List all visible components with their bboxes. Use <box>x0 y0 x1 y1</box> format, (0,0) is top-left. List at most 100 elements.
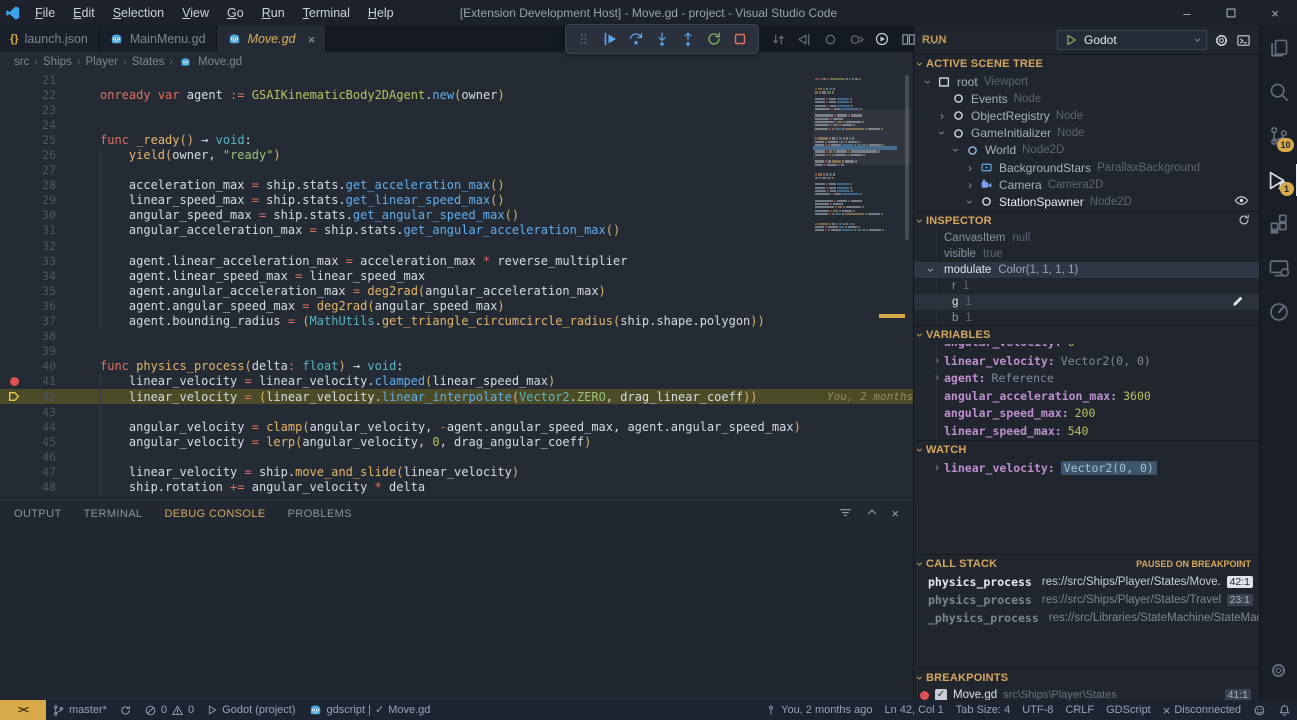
breadcrumb-item[interactable]: Player <box>85 56 118 68</box>
status--[interactable]: >< <box>0 700 46 720</box>
code-line-47[interactable]: 47 linear_velocity = ship.move_and_slide… <box>0 464 913 479</box>
status-gdscript[interactable]: GDScript <box>1100 700 1157 720</box>
status-you-2-months-ago[interactable]: You, 2 months ago <box>759 700 878 720</box>
code-line-38[interactable]: 38 <box>0 329 913 344</box>
inspector-row-modulate[interactable]: ›modulateColor(1, 1, 1, 1) <box>914 262 1259 278</box>
chevron-down-icon[interactable]: › <box>918 57 922 71</box>
gutter-margin[interactable] <box>0 391 28 402</box>
stack-frame[interactable]: _physics_processres://src/Libraries/Stat… <box>914 609 1259 627</box>
panel-tab-problems[interactable]: PROBLEMS <box>288 508 352 520</box>
split-editor-button[interactable] <box>897 27 919 51</box>
run-profile-button[interactable] <box>871 27 893 51</box>
pencil-icon[interactable] <box>1231 294 1245 311</box>
inspector-row-b[interactable]: b1 <box>914 310 1259 325</box>
activity-gauge-icon[interactable] <box>1260 290 1297 334</box>
menu-edit[interactable]: Edit <box>64 0 104 26</box>
ellipsis-button[interactable]: … <box>923 27 945 51</box>
step-over-button[interactable] <box>624 27 648 51</box>
breakpoint-checkbox[interactable]: ✓ <box>935 689 947 700</box>
variable-row-partial[interactable]: angular_velocity:0 <box>914 344 1259 352</box>
code-line-26[interactable]: 26 yield(owner, "ready") <box>0 147 913 162</box>
start-debug-icon[interactable] <box>1064 33 1078 47</box>
editor-scrollbar[interactable] <box>905 75 909 240</box>
tab-mainmenu-gd[interactable]: MainMenu.gd <box>99 26 217 52</box>
breadcrumb-file[interactable]: Move.gd <box>198 56 242 68</box>
restart-button[interactable] <box>702 27 726 51</box>
chevron-right-icon[interactable]: › <box>962 178 978 192</box>
status-godot-project-[interactable]: Godot (project) <box>200 700 301 720</box>
code-line-21[interactable]: 21 <box>0 72 913 87</box>
panel-chevron-up-icon[interactable] <box>865 505 879 522</box>
inspector-row-visible[interactable]: visibletrue <box>914 246 1259 262</box>
chevron-right-icon[interactable]: › <box>930 355 944 367</box>
inspector-header[interactable]: ›INSPECTOR <box>914 212 1259 230</box>
breadcrumb-item[interactable]: src <box>14 56 29 68</box>
chevron-down-icon[interactable]: › <box>918 671 922 685</box>
launch-config-select[interactable]: Godot › <box>1057 30 1207 50</box>
gear-icon[interactable] <box>1213 32 1230 49</box>
minimap[interactable] <box>815 75 895 233</box>
status-gdscript-[interactable]: gdscript |✓Move.gd <box>302 700 437 720</box>
code-line-43[interactable]: 43 <box>0 404 913 419</box>
status-utf-8[interactable]: UTF-8 <box>1016 700 1059 720</box>
status-ln-42-col-1[interactable]: Ln 42, Col 1 <box>878 700 949 720</box>
status-sync-icon[interactable] <box>113 700 138 720</box>
activity-extensions-icon[interactable] <box>1260 202 1297 246</box>
code-line-45[interactable]: 45 angular_velocity = lerp(angular_veloc… <box>0 434 913 449</box>
chevron-down-icon[interactable]: › <box>918 557 922 571</box>
panel-tab-terminal[interactable]: TERMINAL <box>84 508 143 520</box>
code-line-29[interactable]: 29 linear_speed_max = ship.stats.get_lin… <box>0 193 913 208</box>
refresh-icon[interactable] <box>1237 213 1251 230</box>
code-line-25[interactable]: 25func _ready() → void: <box>0 132 913 147</box>
chevron-down-icon[interactable]: › <box>934 126 950 140</box>
status-bell-icon[interactable] <box>1272 700 1297 720</box>
code-line-28[interactable]: 28 acceleration_max = ship.stats.get_acc… <box>0 178 913 193</box>
code-line-39[interactable]: 39 <box>0 344 913 359</box>
activity-gear-icon[interactable] <box>1260 648 1297 692</box>
code-line-22[interactable]: 22onready var agent := GSAIKinematicBody… <box>0 87 913 102</box>
activity-search-icon[interactable] <box>1260 70 1297 114</box>
swap-button[interactable] <box>767 27 789 51</box>
eye-icon[interactable] <box>1234 193 1249 211</box>
inspector-row-g[interactable]: g1 <box>914 294 1259 310</box>
code-line-37[interactable]: 37 agent.bounding_radius = (MathUtils.ge… <box>0 314 913 329</box>
close-icon[interactable]: × <box>308 32 316 47</box>
panel-tab-output[interactable]: OUTPUT <box>14 508 62 520</box>
breadcrumb-item[interactable]: Ships <box>43 56 72 68</box>
code-line-31[interactable]: 31 angular_acceleration_max = ship.stats… <box>0 223 913 238</box>
debug-console-icon[interactable] <box>1236 33 1251 48</box>
close-button[interactable]: × <box>1253 0 1297 26</box>
maximize-button[interactable] <box>1209 0 1253 26</box>
panel-filter-list-icon[interactable] <box>838 505 853 523</box>
menu-go[interactable]: Go <box>218 0 253 26</box>
scene-node-objectregistry[interactable]: ›ObjectRegistryNode <box>914 107 1259 124</box>
tab-launch-json[interactable]: {}launch.json <box>0 26 99 52</box>
menu-run[interactable]: Run <box>253 0 294 26</box>
chevron-down-icon[interactable]: › <box>918 214 922 228</box>
status-feedback-icon[interactable] <box>1247 700 1272 720</box>
activity-files-icon[interactable] <box>1260 26 1297 70</box>
code-line-41[interactable]: 41 linear_velocity = linear_velocity.cla… <box>0 374 913 389</box>
code-line-40[interactable]: 40func physics_process(delta: float) → v… <box>0 359 913 374</box>
watch-header[interactable]: ›WATCH <box>914 441 1259 459</box>
panel-tab-debug-console[interactable]: DEBUG CONSOLE <box>164 508 265 520</box>
gutter-margin[interactable] <box>0 377 28 386</box>
step-into-button[interactable] <box>650 27 674 51</box>
variable-row[interactable]: ›agent:Reference <box>914 370 1259 388</box>
code-line-32[interactable]: 32 <box>0 238 913 253</box>
menu-terminal[interactable]: Terminal <box>294 0 359 26</box>
reverse-continue-button[interactable] <box>793 27 815 51</box>
chevron-down-icon[interactable]: › <box>928 264 932 276</box>
chevron-down-icon[interactable]: › <box>962 195 978 209</box>
status-crlf[interactable]: CRLF <box>1059 700 1100 720</box>
stack-frame[interactable]: physics_processres://src/Ships/Player/St… <box>914 573 1259 591</box>
breakpoint-item[interactable]: ✓Move.gdsrc\Ships\Player\States41:1 <box>914 687 1259 700</box>
variable-row[interactable]: angular_speed_max:200 <box>914 405 1259 423</box>
breadcrumb-item[interactable]: States <box>132 56 165 68</box>
minimize-button[interactable]: – <box>1165 0 1209 26</box>
code-line-30[interactable]: 30 angular_speed_max = ship.stats.get_an… <box>0 208 913 223</box>
chevron-right-icon[interactable]: › <box>930 372 944 384</box>
chevron-right-icon[interactable]: › <box>962 161 978 175</box>
menu-view[interactable]: View <box>173 0 218 26</box>
code-line-34[interactable]: 34 agent.linear_speed_max = linear_speed… <box>0 268 913 283</box>
